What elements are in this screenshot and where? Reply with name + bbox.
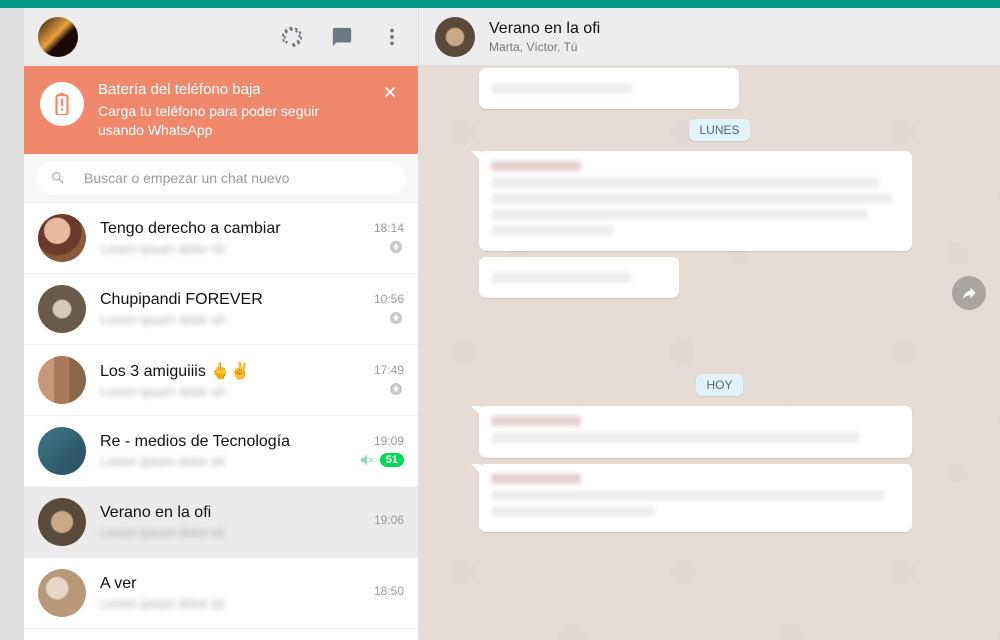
status-icon[interactable]: [280, 25, 304, 49]
conversation-header[interactable]: Verano en la ofi Marta, Víctor, Tú: [419, 8, 1000, 66]
chat-list-item[interactable]: Chupipandi FOREVER Lorem ipsum dolor sit 1…: [24, 274, 418, 345]
message-bubble[interactable]: [479, 68, 739, 109]
sidebar: Batería del teléfono baja Carga tu teléf…: [24, 8, 419, 640]
main-layout: Batería del teléfono baja Carga tu teléf…: [0, 8, 1000, 640]
notice-body: Carga tu teléfono para poder seguir usan…: [98, 102, 364, 140]
message-bubble[interactable]: [479, 151, 912, 251]
chat-body: Chupipandi FOREVER Lorem ipsum dolor sit: [100, 291, 360, 327]
chat-avatar: [38, 214, 86, 262]
sidebar-header: [24, 8, 418, 66]
chat-list-item[interactable]: Re - medios de Tecnología Lorem ipsum dol…: [24, 416, 418, 487]
day-chip: LUNES: [689, 119, 749, 141]
chat-avatar: [38, 498, 86, 546]
left-gutter: [0, 8, 24, 640]
chat-list[interactable]: Tengo derecho a cambiar Lorem ipsum dolor…: [24, 203, 418, 640]
window-accent-bar: [0, 0, 1000, 8]
chat-meta: 19:09 51: [359, 434, 404, 468]
message-bubble[interactable]: [479, 257, 679, 298]
chat-body: Verano en la ofi Lorem ipsum dolor sit: [100, 504, 360, 540]
forward-button[interactable]: [952, 276, 986, 310]
chat-name: Verano en la ofi: [100, 504, 360, 522]
chat-time: 19:06: [374, 513, 404, 527]
own-avatar[interactable]: [38, 17, 78, 57]
chat-snippet: Lorem ipsum dolor sit: [100, 241, 360, 256]
chat-time: 18:14: [374, 221, 404, 235]
chat-body: Tengo derecho a cambiar Lorem ipsum dolor…: [100, 220, 360, 256]
chat-name: Tengo derecho a cambiar: [100, 220, 360, 238]
chat-name: Los 3 amiguiiis 🖕✌️: [100, 361, 360, 381]
menu-icon[interactable]: [380, 25, 404, 49]
chat-avatar: [38, 427, 86, 475]
chat-body: Los 3 amiguiiis 🖕✌️ Lorem ipsum dolor sit: [100, 361, 360, 399]
chat-avatar: [38, 285, 86, 333]
chat-meta: 19:06: [374, 513, 404, 531]
chat-snippet: Lorem ipsum dolor sit: [100, 525, 360, 540]
chat-snippet: Lorem ipsum dolor sit: [100, 384, 360, 399]
chat-time: 18:50: [374, 584, 404, 598]
notice-title: Batería del teléfono baja: [98, 80, 364, 100]
chat-meta: 10:56: [374, 292, 404, 326]
chat-name: Re - medios de Tecnología: [100, 433, 345, 451]
conversation-subtitle: Marta, Víctor, Tú: [489, 40, 600, 54]
chat-name: Chupipandi FOREVER: [100, 291, 360, 309]
chat-avatar: [38, 569, 86, 617]
whatsapp-web: Batería del teléfono baja Carga tu teléf…: [0, 0, 1000, 640]
chat-body: A ver Lorem ipsum dolor sit: [100, 575, 360, 611]
messages-area[interactable]: LUNES HOY: [419, 66, 1000, 640]
chat-snippet: Lorem ipsum dolor sit: [100, 454, 345, 469]
chat-list-item[interactable]: A ver Lorem ipsum dolor sit 18:50: [24, 558, 418, 629]
chat-time: 17:49: [374, 363, 404, 377]
conversation-title: Verano en la ofi: [489, 19, 600, 38]
unread-badge: 51: [380, 453, 404, 467]
chat-time: 10:56: [374, 292, 404, 306]
chat-list-item[interactable]: Verano en la ofi Lorem ipsum dolor sit 19:…: [24, 487, 418, 558]
chat-meta: 17:49: [374, 363, 404, 397]
chat-snippet: Lorem ipsum dolor sit: [100, 312, 360, 327]
chat-meta: 18:50: [374, 584, 404, 602]
chat-snippet: Lorem ipsum dolor sit: [100, 596, 360, 611]
search-bar: [24, 154, 418, 203]
message-bubble[interactable]: [479, 464, 912, 532]
chat-time: 19:09: [374, 434, 404, 448]
chat-list-item[interactable]: Tengo derecho a cambiar Lorem ipsum dolor…: [24, 203, 418, 274]
chat-list-item[interactable]: Los 3 amiguiiis 🖕✌️ Lorem ipsum dolor sit…: [24, 345, 418, 416]
chat-meta: 18:14: [374, 221, 404, 255]
sidebar-header-actions: [280, 25, 404, 49]
close-icon[interactable]: [378, 80, 402, 109]
battery-alert-icon: [40, 82, 84, 126]
search-box[interactable]: [36, 161, 406, 195]
conversation-avatar[interactable]: [435, 17, 475, 57]
chat-avatar: [38, 356, 86, 404]
chat-name: A ver: [100, 575, 360, 593]
conversation-pane: Verano en la ofi Marta, Víctor, Tú LUNES: [419, 8, 1000, 640]
battery-low-notice: Batería del teléfono baja Carga tu teléf…: [24, 66, 418, 154]
chat-body: Re - medios de Tecnología Lorem ipsum dol…: [100, 433, 345, 469]
message-bubble[interactable]: [479, 406, 912, 458]
chat-list-item[interactable]: Mastequiero y quiero+Lorem ipsum dolor s…: [24, 629, 418, 640]
day-chip: HOY: [696, 374, 742, 396]
notice-text: Batería del teléfono baja Carga tu teléf…: [98, 80, 364, 140]
search-input[interactable]: [84, 170, 392, 186]
new-chat-icon[interactable]: [330, 25, 354, 49]
conversation-header-text: Verano en la ofi Marta, Víctor, Tú: [489, 19, 600, 53]
search-icon: [50, 170, 66, 186]
